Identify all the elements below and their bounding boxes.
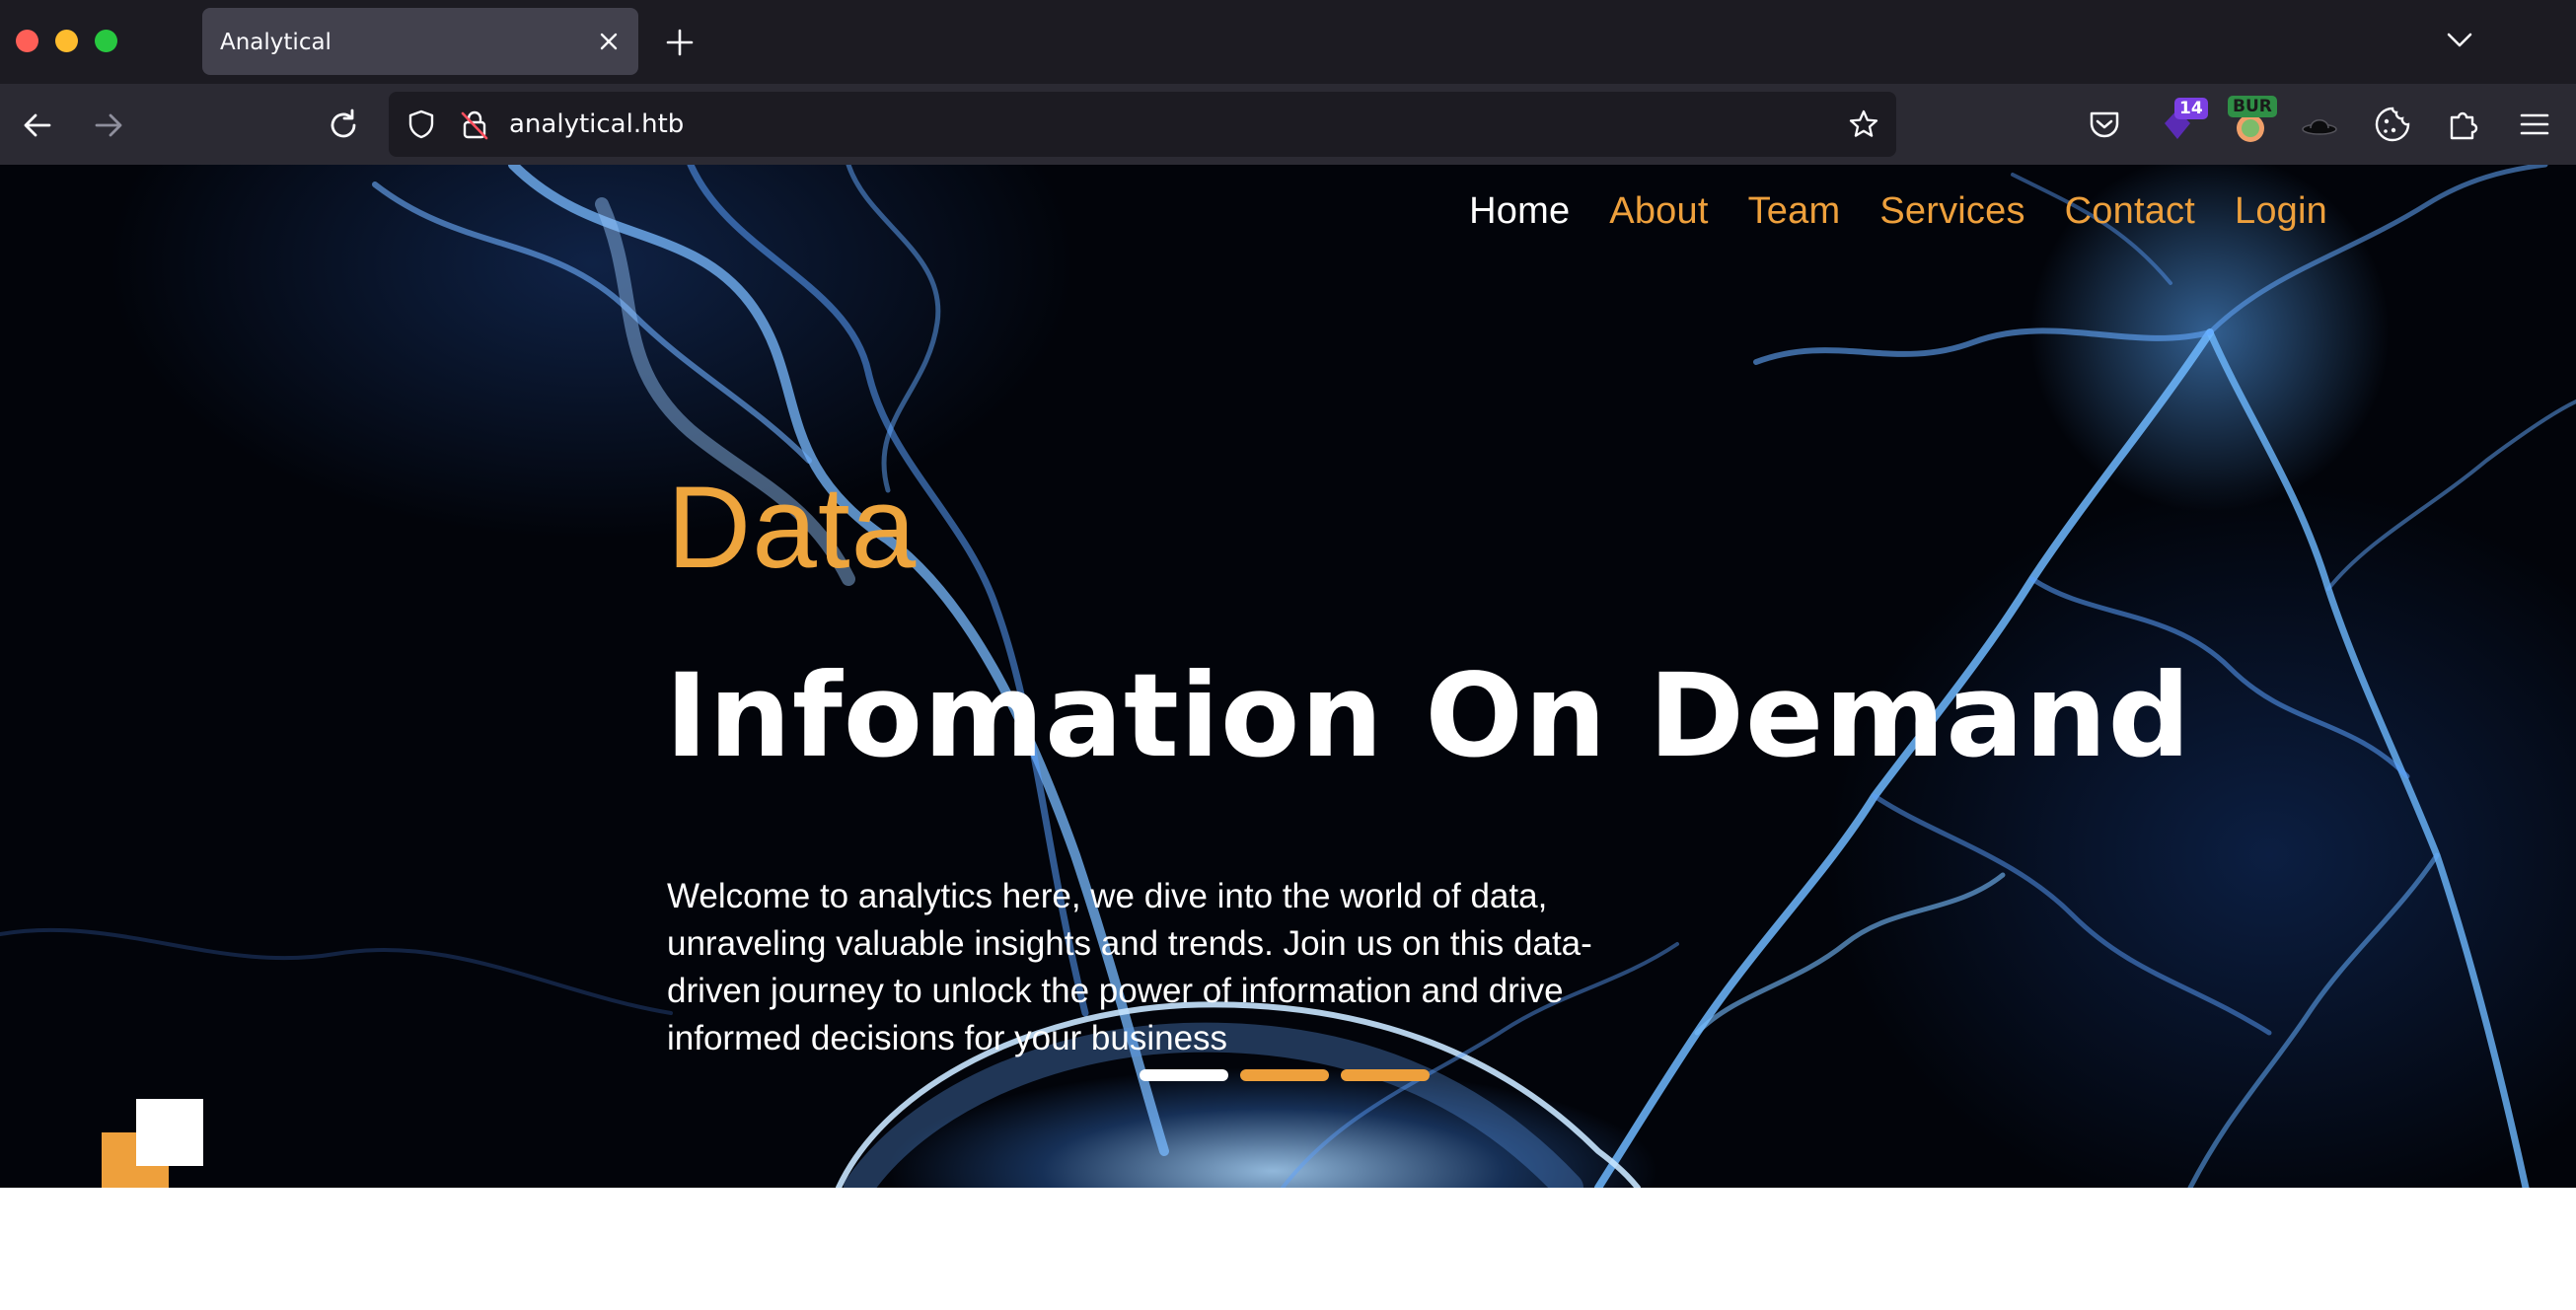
carousel-indicator-1[interactable] [1140, 1069, 1228, 1081]
carousel-indicators [1140, 1069, 1430, 1081]
hero-kicker: Data [667, 463, 918, 593]
nav-link-team[interactable]: Team [1748, 190, 1841, 233]
burp-icon[interactable]: BUR [2228, 96, 2277, 145]
url-text[interactable]: analytical.htb [509, 109, 684, 139]
hero-headline: Infomation On Demand [665, 648, 2192, 783]
ublock-icon[interactable]: 14 [2157, 98, 2208, 145]
address-bar[interactable]: analytical.htb [389, 92, 1896, 157]
carousel-indicator-3[interactable] [1341, 1069, 1430, 1081]
hamburger-menu-icon[interactable] [2514, 104, 2555, 145]
burp-badge: BUR [2228, 96, 2277, 117]
shield-icon[interactable] [405, 108, 438, 141]
puzzle-icon[interactable] [2443, 104, 2484, 145]
site-nav: Home About Team Services Contact Login [1469, 190, 2327, 233]
window-zoom-button[interactable] [95, 30, 117, 52]
cookie-icon[interactable] [2372, 104, 2413, 145]
browser-toolbar: analytical.htb 14 BUR [0, 84, 2576, 165]
window-minimize-button[interactable] [55, 30, 78, 52]
browser-tab-active[interactable]: Analytical [202, 8, 638, 75]
ublock-badge: 14 [2174, 98, 2208, 119]
tab-title: Analytical [220, 30, 331, 55]
new-tab-plus-icon[interactable] [663, 26, 697, 59]
reload-icon[interactable] [324, 106, 363, 145]
window-close-button[interactable] [16, 30, 38, 52]
hero-section: Home About Team Services Contact Login D… [0, 165, 2576, 1188]
nav-link-login[interactable]: Login [2235, 190, 2327, 233]
forward-arrow-icon[interactable] [89, 106, 128, 145]
browser-tab-bar: Analytical [0, 0, 2576, 84]
insecure-lock-icon[interactable] [458, 108, 491, 141]
star-bookmark-icon[interactable] [1847, 108, 1880, 141]
close-icon[interactable] [595, 28, 623, 55]
carousel-indicator-2[interactable] [1240, 1069, 1329, 1081]
pocket-icon[interactable] [2084, 104, 2125, 145]
nav-link-contact[interactable]: Contact [2065, 190, 2195, 233]
nav-link-services[interactable]: Services [1879, 190, 2024, 233]
hat-icon[interactable] [2299, 104, 2340, 145]
nav-link-home[interactable]: Home [1469, 190, 1570, 233]
hero-lead-text: Welcome to analytics here, we dive into … [667, 877, 1592, 1057]
decorative-white-square [136, 1099, 203, 1166]
chevron-down-icon[interactable] [2443, 26, 2476, 55]
nav-link-about[interactable]: About [1609, 190, 1708, 233]
back-arrow-icon[interactable] [18, 106, 57, 145]
